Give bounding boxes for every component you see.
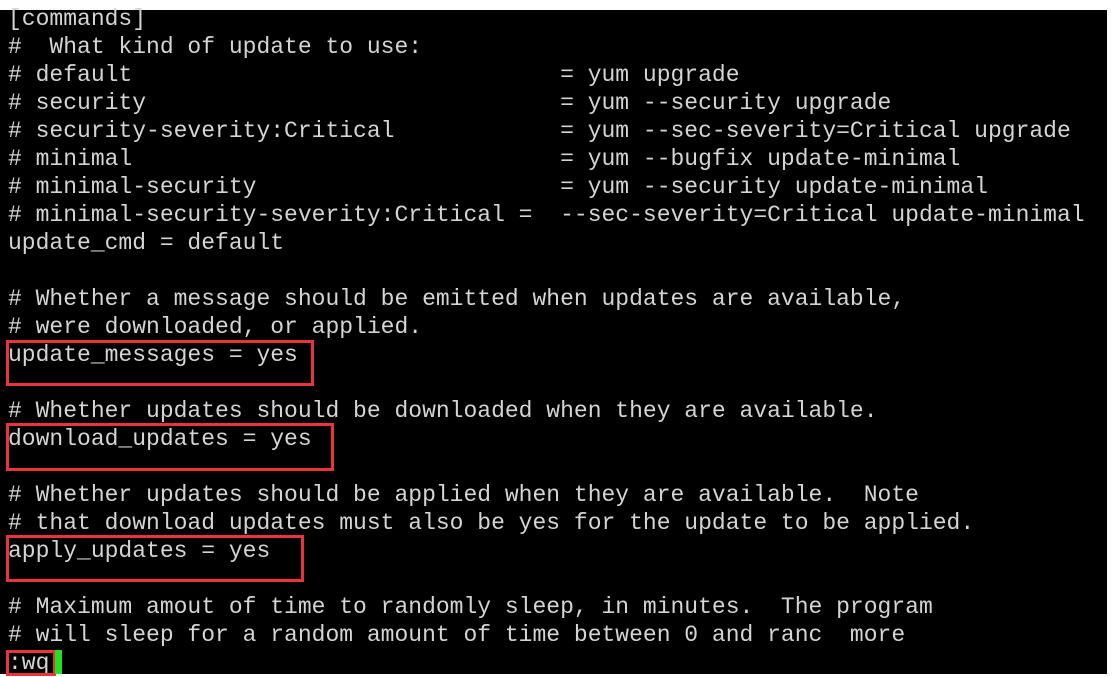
terminal-line: # that download updates must also be yes… [8,510,975,536]
terminal-line: # minimal-security-severity:Critical = -… [8,202,1085,228]
terminal-line: # security = yum --security upgrade [8,90,892,116]
terminal-line: # will sleep for a random amount of time… [8,622,906,648]
terminal-line: # minimal = yum --bugfix update-minimal [8,146,961,172]
terminal-line: # What kind of update to use: [8,34,423,60]
terminal-line: # default = yum upgrade [8,62,740,88]
terminal-line: # were downloaded, or applied. [8,314,423,340]
highlight-update-messages [6,340,314,386]
terminal-line: # Whether updates should be applied when… [8,482,919,508]
terminal-line: # security-severity:Critical = yum --sec… [8,118,1071,144]
terminal-line: update_cmd = default [8,230,285,256]
highlight-download-updates [6,423,334,471]
terminal-line: # minimal-security = yum --security upda… [8,174,988,200]
command-line: :wq [8,650,50,676]
highlight-apply-updates [6,535,304,582]
text-cursor [55,650,62,674]
terminal-line: # Maximum amout of time to randomly slee… [8,594,933,620]
terminal-line: [commands] [8,6,147,32]
terminal-line: # Whether a message should be emitted wh… [8,286,906,312]
terminal-window[interactable]: [commands] # What kind of update to use: #… [0,6,1107,676]
terminal-line: # Whether updates should be downloaded w… [8,398,878,424]
highlight-save-command [6,650,56,676]
